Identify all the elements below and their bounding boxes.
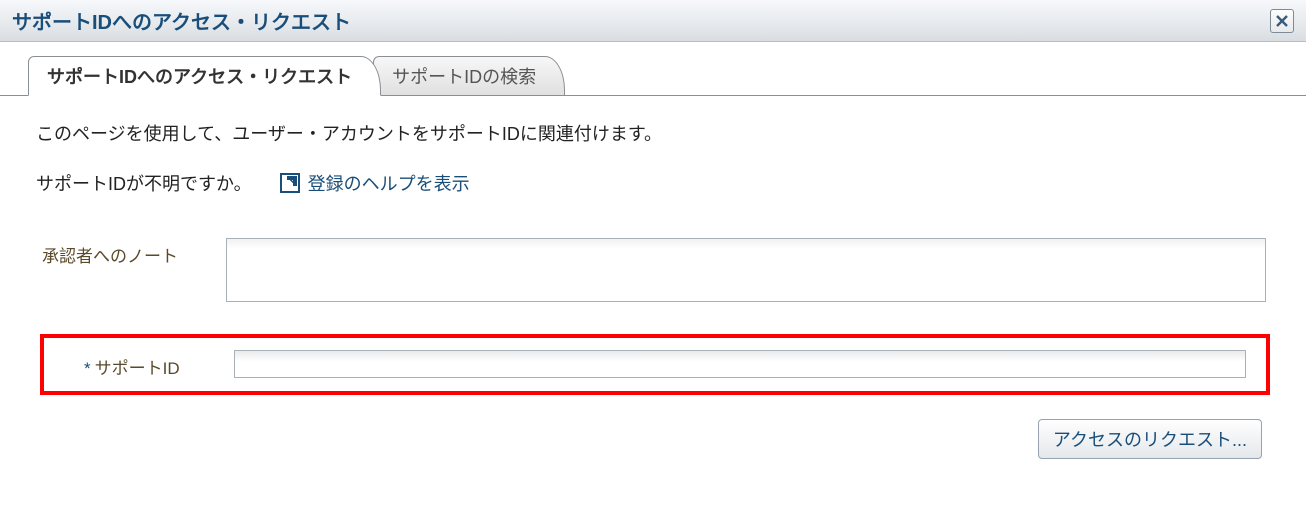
support-id-input[interactable] xyxy=(234,350,1246,378)
support-id-label-text: サポートID xyxy=(95,359,180,378)
required-marker: * xyxy=(84,359,91,378)
tab-label: サポートIDへのアクセス・リクエスト xyxy=(47,67,352,87)
help-link-label: 登録のヘルプを表示 xyxy=(308,170,470,196)
registration-help-link[interactable]: 登録のヘルプを表示 xyxy=(280,170,470,196)
support-id-row: *サポートID xyxy=(84,350,1258,379)
tab-content: このページを使用して、ユーザー・アカウントをサポートIDに関連付けます。 サポー… xyxy=(0,96,1306,334)
footer-row: アクセスのリクエスト... xyxy=(0,419,1306,459)
help-question: サポートIDが不明ですか。 xyxy=(36,170,252,196)
modal-title: サポートIDへのアクセス・リクエスト xyxy=(12,6,351,35)
external-link-icon xyxy=(280,173,300,193)
request-access-button-label: アクセスのリクエスト... xyxy=(1053,430,1247,450)
tab-label: サポートIDの検索 xyxy=(392,67,536,87)
approver-note-input[interactable] xyxy=(226,238,1266,302)
request-access-button[interactable]: アクセスのリクエスト... xyxy=(1038,419,1262,459)
approver-note-row: 承認者へのノート xyxy=(36,238,1270,302)
support-id-highlight: *サポートID xyxy=(40,334,1270,395)
tab-request-access[interactable]: サポートIDへのアクセス・リクエスト xyxy=(28,56,381,96)
modal-header: サポートIDへのアクセス・リクエスト xyxy=(0,0,1306,42)
close-button[interactable] xyxy=(1270,9,1294,33)
tab-row: サポートIDへのアクセス・リクエスト サポートIDの検索 xyxy=(0,60,1306,96)
support-id-label: *サポートID xyxy=(84,350,234,379)
close-icon xyxy=(1276,15,1288,27)
intro-text: このページを使用して、ユーザー・アカウントをサポートIDに関連付けます。 xyxy=(36,120,1270,146)
help-row: サポートIDが不明ですか。 登録のヘルプを表示 xyxy=(36,170,1270,196)
tab-search-support-id[interactable]: サポートIDの検索 xyxy=(373,56,565,95)
approver-note-label: 承認者へのノート xyxy=(36,238,226,267)
